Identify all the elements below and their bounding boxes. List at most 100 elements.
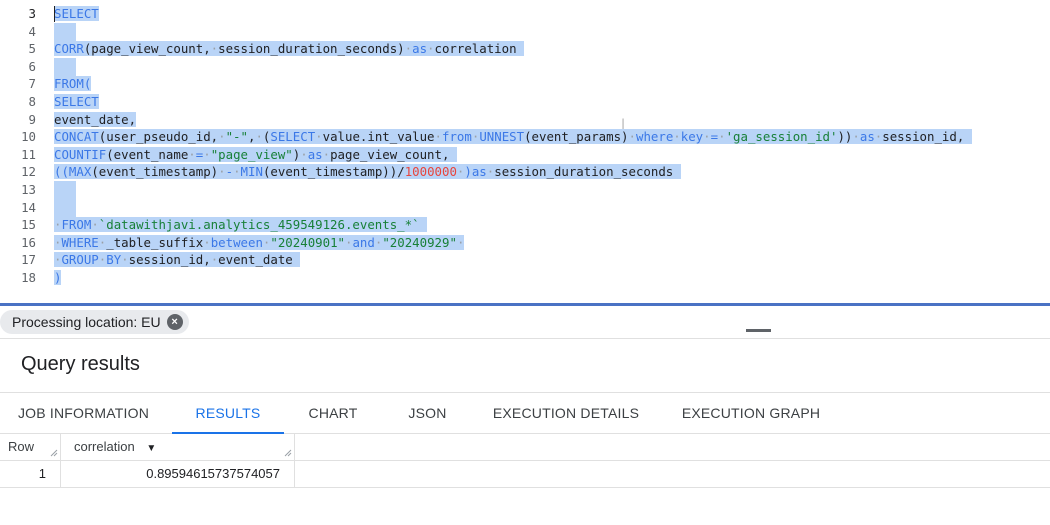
code-token: · (218, 164, 226, 180)
selection-highlight: SELECT (54, 94, 99, 109)
code-token: MAX (68, 164, 92, 180)
query-results-title: Query results (21, 353, 140, 375)
code-token: _table_suffix (106, 234, 204, 250)
code-line[interactable]: 11 COUNTIF(event_name·=·"page_view")·as·p… (0, 146, 1050, 164)
code-token: "page_view" (210, 146, 293, 162)
code-line[interactable]: 8 SELECT (0, 93, 1050, 111)
code-token: (page_view_count, (83, 41, 211, 57)
text-cursor (54, 6, 55, 22)
resize-grip-icon[interactable] (284, 449, 292, 457)
code-token: · (456, 234, 465, 250)
code-line[interactable]: 4 (0, 22, 1050, 41)
code-token: WHERE (61, 234, 99, 250)
code-token: · (188, 146, 196, 162)
code-token: from (442, 129, 472, 145)
line-number: 8 (28, 94, 36, 109)
selection-highlight: ) (54, 270, 62, 285)
code-line[interactable]: 13 (0, 181, 1050, 199)
code-token: session_id, (128, 252, 211, 268)
drag-handle-icon[interactable] (746, 329, 771, 332)
column-header-correlation[interactable]: correlation ▼ (61, 433, 295, 460)
code-token: · (233, 164, 241, 180)
code-token: as (859, 129, 875, 145)
code-token: CONCAT (54, 129, 99, 145)
code-line[interactable]: 12 ((MAX(event_timestamp)·-·MIN(event_tim… (0, 163, 1050, 181)
code-text (54, 198, 76, 217)
line-number: 17 (21, 252, 36, 268)
code-token: · (203, 234, 211, 250)
code-token: SELECT (270, 129, 316, 145)
selection-highlight: FROM( (54, 76, 92, 92)
code-token: UNNEST (479, 129, 525, 145)
line-number: 3 (28, 6, 36, 21)
code-token: "20240901" (270, 234, 345, 250)
line-number: 5 (28, 41, 36, 57)
resize-grip-icon[interactable] (50, 449, 58, 457)
tab-execution-graph[interactable]: EXECUTION GRAPH (670, 393, 832, 433)
selection-highlight (54, 181, 76, 199)
code-token: · (255, 129, 263, 145)
selection-highlight: COUNTIF(event_name·=·"page_view")·as·pag… (54, 146, 457, 162)
selection-highlight: CORR(page_view_count, ·session_duration_s… (54, 41, 525, 57)
line-number: 18 (21, 270, 36, 285)
code-text (54, 57, 76, 76)
code-token: · (315, 129, 323, 145)
code-line[interactable]: 10 CONCAT(user_pseudo_id,·"-",·(SELECT·va… (0, 128, 1050, 146)
code-line[interactable]: 18) (0, 269, 1050, 287)
code-token: · (203, 146, 211, 162)
code-token: as (307, 146, 323, 162)
selection-highlight (54, 57, 76, 76)
correlation-cell[interactable]: 0.89594615737574057 (61, 460, 295, 487)
code-text: event_date, (54, 111, 137, 129)
tab-results[interactable]: RESULTS (172, 393, 284, 434)
selection-highlight: event_date, (54, 111, 137, 127)
code-token: GROUP (61, 252, 99, 268)
processing-location-chip[interactable]: Processing location: EU × (0, 310, 189, 334)
code-line[interactable]: 14 (0, 198, 1050, 217)
code-token: session_duration_seconds) (218, 41, 405, 57)
line-number: 9 (28, 111, 36, 127)
code-line[interactable]: 5 CORR(page_view_count, ·session_duration_… (0, 40, 1050, 58)
code-token: session_duration_seconds (494, 164, 674, 180)
tab-execution-details[interactable]: EXECUTION DETAILS (482, 393, 650, 433)
code-line[interactable]: 7 FROM( (0, 75, 1050, 93)
code-text: ·WHERE·_table_suffix·between·"20240901"·… (54, 234, 465, 252)
code-line[interactable]: 16 ·WHERE·_table_suffix·between·"20240901… (0, 234, 1050, 252)
selection-highlight (54, 22, 76, 41)
code-token: (event_timestamp))/ (262, 164, 405, 180)
code-line[interactable]: 9 event_date, (0, 111, 1050, 129)
code-token: · (404, 41, 413, 57)
line-number: 16 (21, 234, 36, 250)
code-text: ·FROM·`datawithjavi.analytics_459549126.… (54, 216, 428, 234)
code-line[interactable]: 3 SELECT (0, 5, 1050, 23)
row-number-cell: 1 (0, 460, 61, 487)
code-text: ((MAX(event_timestamp)·-·MIN(event_times… (54, 163, 681, 181)
code-token: page_view_count, (330, 146, 450, 162)
code-line[interactable]: 15 ·FROM·`datawithjavi.analytics_45954912… (0, 216, 1050, 234)
code-token: `datawithjavi.analytics_459549126.events… (98, 217, 420, 233)
code-line[interactable]: 6 (0, 57, 1050, 76)
code-token: ) (54, 270, 62, 285)
selection-highlight: ((MAX(event_timestamp)·-·MIN(event_times… (54, 164, 681, 180)
column-header-row-label: Row (8, 439, 35, 454)
sql-editor[interactable]: 3 SELECT 4 5 CORR(page_view_count,·session_d… (0, 0, 1050, 303)
code-token: · (852, 129, 860, 145)
code-token: event_date, (54, 111, 137, 127)
sort-dropdown-icon[interactable]: ▼ (146, 435, 156, 462)
close-icon[interactable]: × (166, 314, 183, 330)
selection-highlight (54, 198, 76, 217)
tab-json[interactable]: JSON (390, 393, 465, 433)
tab-chart[interactable]: CHART (290, 393, 376, 433)
line-number: 12 (21, 164, 36, 180)
code-token: · (91, 217, 99, 233)
code-token: CORR (54, 41, 84, 57)
table-row[interactable]: 1 0.89594615737574057 (0, 460, 1050, 488)
code-text: CONCAT(user_pseudo_id,·"-",·(SELECT·valu… (54, 128, 972, 146)
selection-highlight: ·GROUP·BY·session_id,·event_date (54, 252, 301, 268)
code-token: "20240929" (382, 234, 457, 250)
code-line[interactable]: 17 ·GROUP·BY·session_id,·event_date (0, 251, 1050, 269)
tab-job-information[interactable]: JOB INFORMATION (0, 393, 167, 433)
code-token: 1000000 (404, 164, 457, 180)
column-header-row[interactable]: Row (0, 433, 61, 460)
